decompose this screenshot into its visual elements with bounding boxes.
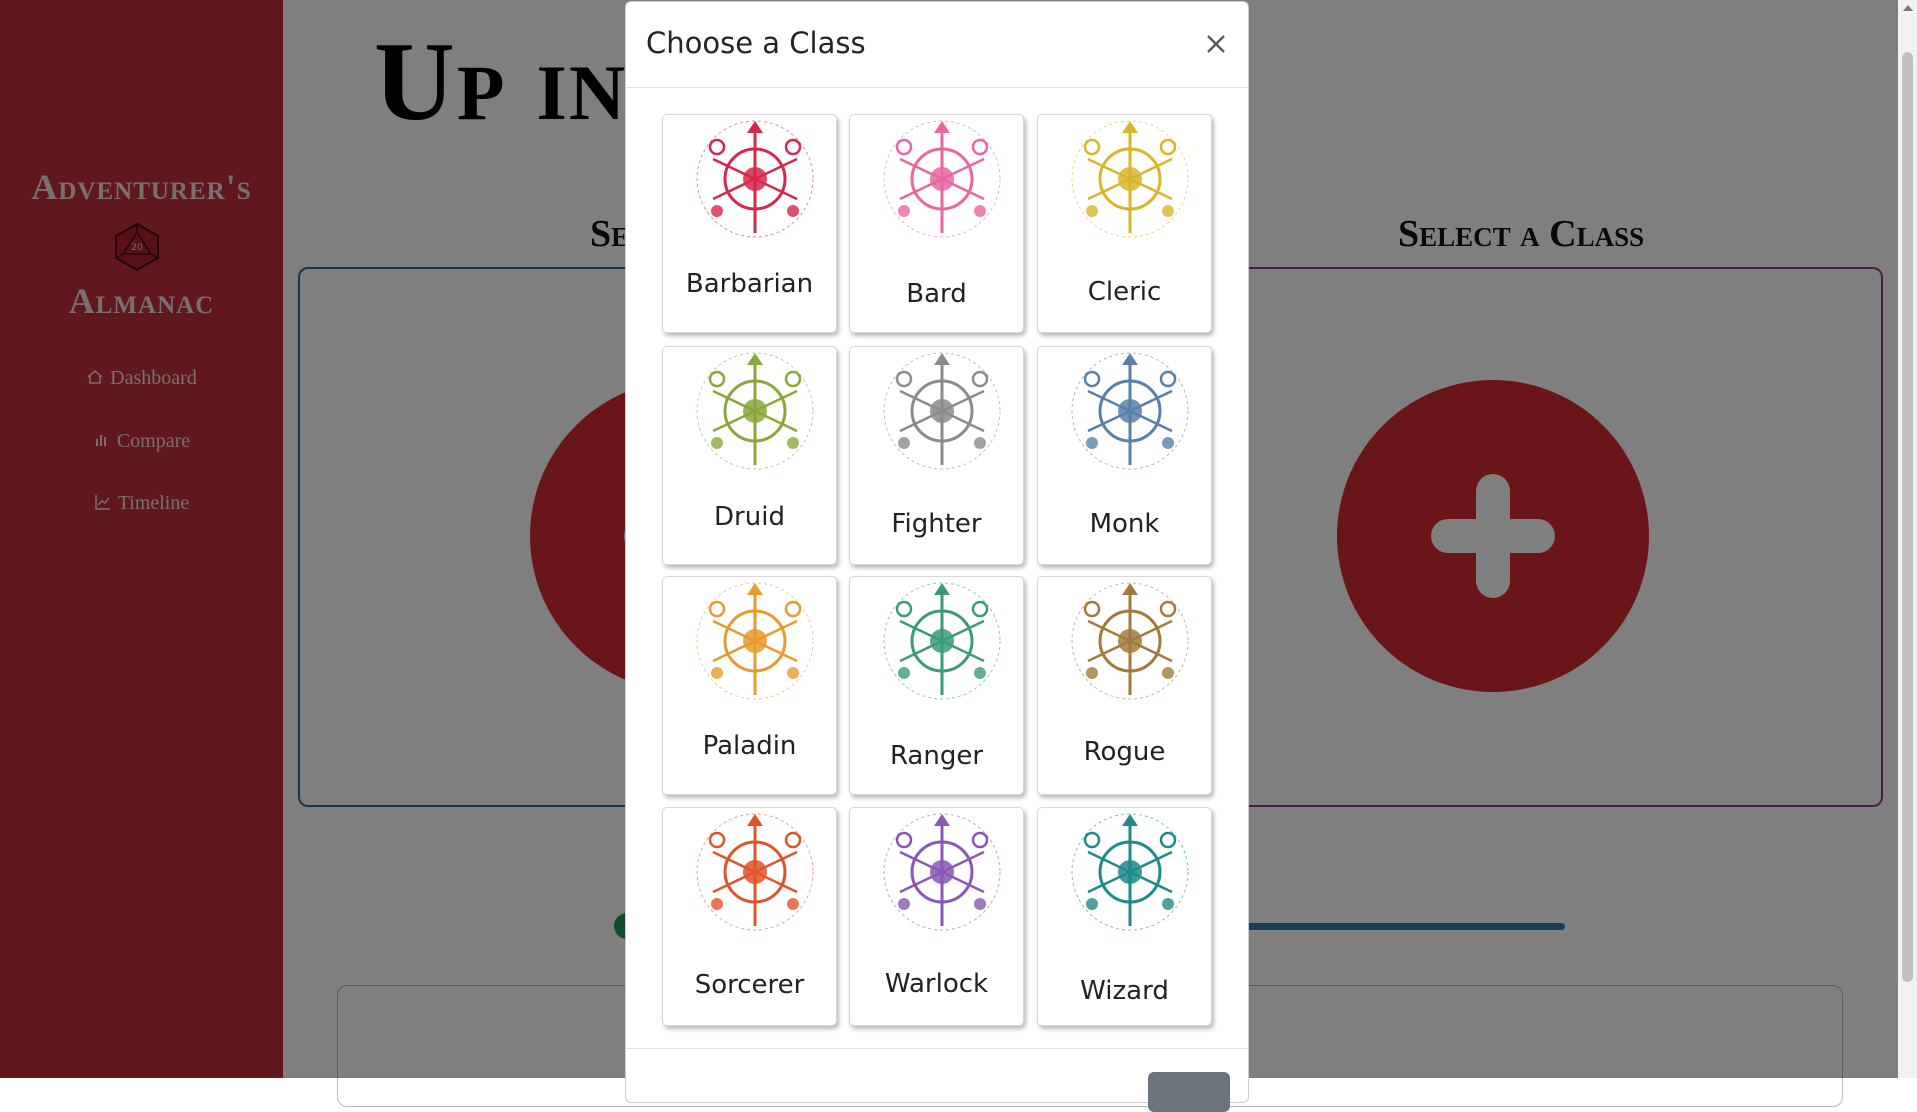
close-icon[interactable]	[1198, 26, 1234, 62]
modal-header: Choose a Class	[626, 2, 1248, 88]
class-card-label: Barbarian	[685, 269, 814, 299]
modal-footer	[626, 1048, 1248, 1112]
class-card-label: Ranger	[889, 741, 984, 771]
class-card-barbarian[interactable]: Barbarian	[662, 114, 837, 333]
rogue-emblem-icon	[1071, 582, 1189, 700]
class-card-label: Warlock	[884, 969, 989, 999]
cleric-emblem-icon	[1071, 120, 1189, 238]
sorcerer-emblem-icon	[696, 813, 814, 931]
fighter-emblem-icon	[883, 352, 1001, 470]
class-card-label: Monk	[1089, 509, 1160, 539]
ranger-emblem-icon	[883, 582, 1001, 700]
class-card-bard[interactable]: Bard	[849, 114, 1024, 333]
class-card-druid[interactable]: Druid	[662, 346, 837, 565]
class-card-ranger[interactable]: Ranger	[849, 576, 1024, 795]
class-card-label: Cleric	[1087, 277, 1162, 307]
monk-emblem-icon	[1071, 352, 1189, 470]
modal-footer-button[interactable]	[1148, 1072, 1230, 1112]
wizard-emblem-icon	[1071, 813, 1189, 931]
barbarian-emblem-icon	[696, 120, 814, 238]
scroll-thumb[interactable]	[1902, 52, 1913, 982]
modal-title: Choose a Class	[646, 26, 866, 60]
class-card-fighter[interactable]: Fighter	[849, 346, 1024, 565]
class-card-label: Paladin	[702, 731, 797, 761]
paladin-emblem-icon	[696, 582, 814, 700]
class-card-label: Fighter	[891, 509, 982, 539]
class-card-monk[interactable]: Monk	[1037, 346, 1212, 565]
class-card-label: Wizard	[1080, 976, 1169, 1006]
class-card-label: Druid	[714, 502, 785, 532]
bard-emblem-icon	[883, 120, 1001, 238]
warlock-emblem-icon	[883, 813, 1001, 931]
scroll-up-arrow-icon[interactable]	[1903, 5, 1913, 11]
class-card-label: Bard	[906, 279, 967, 309]
class-card-wizard[interactable]: Wizard	[1037, 807, 1212, 1026]
choose-class-modal: Choose a Class Barbarian Bard Cleric Druid F…	[625, 1, 1249, 1112]
page-scrollbar[interactable]	[1898, 0, 1917, 1078]
class-card-warlock[interactable]: Warlock	[849, 807, 1024, 1026]
class-card-label: Rogue	[1083, 737, 1166, 767]
class-card-cleric[interactable]: Cleric	[1037, 114, 1212, 333]
druid-emblem-icon	[696, 352, 814, 470]
class-card-rogue[interactable]: Rogue	[1037, 576, 1212, 795]
class-card-sorcerer[interactable]: Sorcerer	[662, 807, 837, 1026]
class-card-paladin[interactable]: Paladin	[662, 576, 837, 795]
class-card-label: Sorcerer	[694, 970, 805, 1000]
